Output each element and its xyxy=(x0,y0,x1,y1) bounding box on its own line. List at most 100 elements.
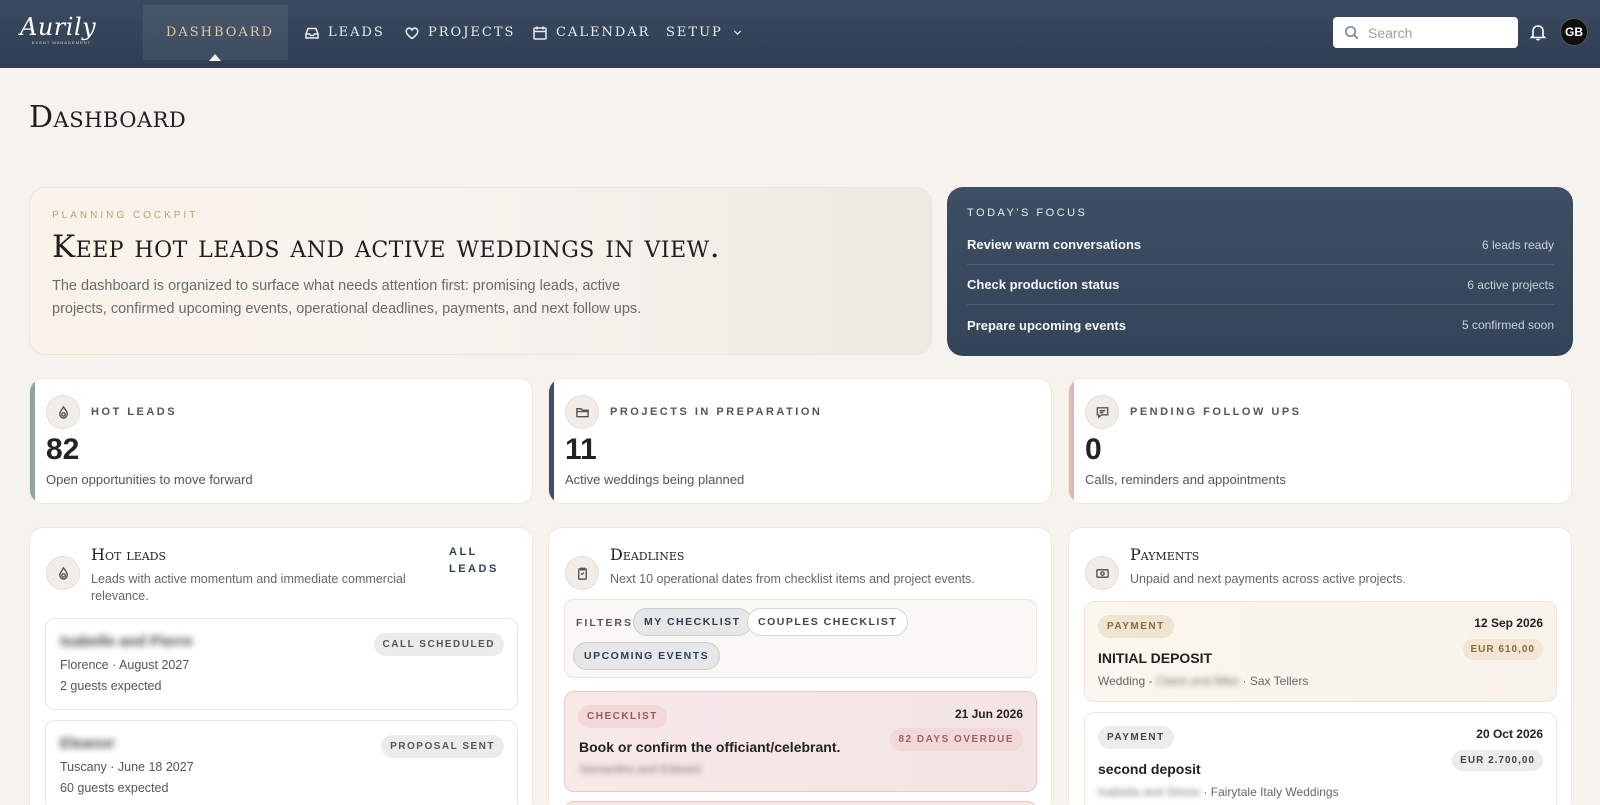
focus-kicker: Today's Focus xyxy=(967,207,1088,219)
filters-label: Filters xyxy=(576,617,633,629)
deadline-card[interactable] xyxy=(564,801,1037,805)
payment-meta-prefix: Wedding - xyxy=(1098,674,1156,688)
nav-calendar[interactable]: Calendar xyxy=(518,5,664,60)
payment-card[interactable]: Payment 12 Sep 2026 EUR 610,00 INITIAL D… xyxy=(1084,601,1557,702)
status-badge: Call Scheduled xyxy=(373,633,504,656)
nav-calendar-label: Calendar xyxy=(556,25,651,40)
stat-number: 0 xyxy=(1085,433,1102,466)
focus-label: Prepare upcoming events xyxy=(967,317,1126,333)
flame-icon xyxy=(58,565,68,580)
search-input[interactable] xyxy=(1368,24,1508,41)
hot-leads-panel: Hot leads Leads with active momentum and… xyxy=(29,527,533,805)
panel-icon-wrapper xyxy=(565,556,599,590)
deadline-card[interactable]: Checklist 21 Jun 2026 82 Days Overdue Bo… xyxy=(564,691,1037,792)
nav-setup[interactable]: Setup xyxy=(652,5,758,60)
payment-title: second deposit xyxy=(1098,761,1201,777)
user-avatar[interactable]: GB xyxy=(1560,18,1588,46)
panel-title: Payments xyxy=(1130,545,1200,564)
deadline-filters: Filters My Checklist Couples Checklist U… xyxy=(564,599,1037,678)
nav-leads-label: Leads xyxy=(328,25,385,40)
panel-icon-wrapper xyxy=(46,556,80,590)
all-leads-link[interactable]: All Leads xyxy=(449,544,509,578)
focus-row[interactable]: Check production status 6 active project… xyxy=(967,265,1554,305)
payment-vendor: · Sax Tellers xyxy=(1239,674,1309,688)
todays-focus-card: Today's Focus Review warm conversations … xyxy=(947,187,1573,356)
logo-text: Aurily xyxy=(20,13,97,41)
payment-meta: Wedding - Claire and Mike · Sax Tellers xyxy=(1098,674,1308,688)
top-navbar: Aurily EVENT MANAGEMENT Dashboard Leads … xyxy=(0,0,1600,68)
payment-tag: Payment xyxy=(1098,726,1174,749)
stat-icon-wrapper xyxy=(46,395,80,429)
search-icon xyxy=(1345,26,1359,40)
stat-kicker: Hot Leads xyxy=(91,406,178,418)
lead-card[interactable]: Isabelle and Pierre Florence · August 20… xyxy=(45,618,518,710)
active-nav-indicator xyxy=(209,54,221,61)
nav-dashboard[interactable]: Dashboard xyxy=(143,5,288,60)
focus-label: Review warm conversations xyxy=(967,237,1142,252)
nav-setup-label: Setup xyxy=(666,25,723,40)
page-title: Dashboard xyxy=(29,100,187,135)
nav-projects[interactable]: Projects xyxy=(390,5,529,60)
filter-my-checklist[interactable]: My Checklist xyxy=(633,608,752,636)
panel-title: Deadlines xyxy=(610,545,685,564)
stat-number: 82 xyxy=(46,433,80,466)
stat-card-projects[interactable]: Projects in Preparation 11 Active weddin… xyxy=(548,378,1052,504)
stat-icon-wrapper xyxy=(1085,395,1119,429)
payment-project-name: Isabella and Simon xyxy=(1098,785,1201,799)
deadline-title: Book or confirm the officiant/celebrant. xyxy=(579,739,841,755)
stat-card-hot-leads[interactable]: Hot Leads 82 Open opportunities to move … xyxy=(29,378,533,504)
filter-couples-checklist[interactable]: Couples Checklist xyxy=(747,608,909,636)
focus-value: 6 leads ready xyxy=(1481,237,1554,252)
payment-card[interactable]: Payment 20 Oct 2026 EUR 2.700,00 second … xyxy=(1084,712,1557,805)
planning-cockpit-card: Planning Cockpit Keep hot leads and acti… xyxy=(29,187,932,355)
deadline-tag: Checklist xyxy=(578,705,667,728)
payments-panel: Payments Unpaid and next payments across… xyxy=(1068,527,1572,805)
overdue-badge: 82 Days Overdue xyxy=(889,728,1023,751)
stat-kicker: Projects in Preparation xyxy=(610,406,823,418)
lead-meta: Florence · August 2027 xyxy=(60,658,190,672)
search-box[interactable] xyxy=(1333,17,1518,48)
logo-subtitle: EVENT MANAGEMENT xyxy=(32,40,92,45)
stat-desc: Active weddings being planned xyxy=(565,472,745,487)
payment-amount: EUR 610,00 xyxy=(1462,639,1543,660)
lead-guests: 60 guests expected xyxy=(60,781,169,795)
payment-tag: Payment xyxy=(1098,615,1174,638)
stat-number: 11 xyxy=(565,433,597,466)
hero-kicker: Planning Cockpit xyxy=(52,210,199,221)
calendar-icon xyxy=(533,26,547,40)
panel-subtitle: Leads with active momentum and immediate… xyxy=(91,572,406,603)
deadline-project: Samantha and Edward xyxy=(579,762,702,776)
payment-vendor: · Fairytale Italy Weddings xyxy=(1200,785,1339,799)
inbox-icon xyxy=(305,27,319,39)
deadlines-panel: Deadlines Next 10 operational dates from… xyxy=(548,527,1052,805)
filter-upcoming-events[interactable]: Upcoming Events xyxy=(573,642,721,670)
clipboard-icon xyxy=(577,567,587,580)
lead-guests: 2 guests expected xyxy=(60,679,162,693)
focus-row[interactable]: Prepare upcoming events 5 confirmed soon xyxy=(967,305,1554,345)
bell-icon xyxy=(1529,25,1547,41)
logo[interactable]: Aurily EVENT MANAGEMENT xyxy=(20,14,110,50)
status-badge: Proposal Sent xyxy=(381,735,504,758)
lead-card[interactable]: Eleanor Tuscany · June 18 2027 60 guests… xyxy=(45,720,518,805)
heart-icon xyxy=(405,26,419,39)
panel-subtitle: Unpaid and next payments across active p… xyxy=(1130,572,1406,586)
focus-value: 6 active projects xyxy=(1467,277,1554,292)
nav-leads[interactable]: Leads xyxy=(290,5,399,60)
stat-icon-wrapper xyxy=(565,395,599,429)
focus-row[interactable]: Review warm conversations 6 leads ready xyxy=(967,225,1554,265)
stat-kicker: Pending Follow Ups xyxy=(1130,406,1302,418)
folder-icon xyxy=(575,407,589,417)
panel-subtitle: Next 10 operational dates from checklist… xyxy=(610,572,975,586)
stat-accent xyxy=(549,379,554,503)
stat-desc: Open opportunities to move forward xyxy=(46,472,253,487)
panel-title: Hot leads xyxy=(91,545,167,564)
payment-meta: Isabella and Simon · Fairytale Italy Wed… xyxy=(1098,785,1339,799)
nav-projects-label: Projects xyxy=(428,25,516,40)
chat-icon xyxy=(1096,406,1108,419)
payment-date: 12 Sep 2026 xyxy=(1474,616,1543,630)
payment-amount: EUR 2.700,00 xyxy=(1452,750,1543,771)
home-icon xyxy=(157,32,158,33)
notifications-button[interactable] xyxy=(1528,22,1548,42)
stat-card-follow-ups[interactable]: Pending Follow Ups 0 Calls, reminders an… xyxy=(1068,378,1572,504)
payment-date: 20 Oct 2026 xyxy=(1476,727,1543,741)
